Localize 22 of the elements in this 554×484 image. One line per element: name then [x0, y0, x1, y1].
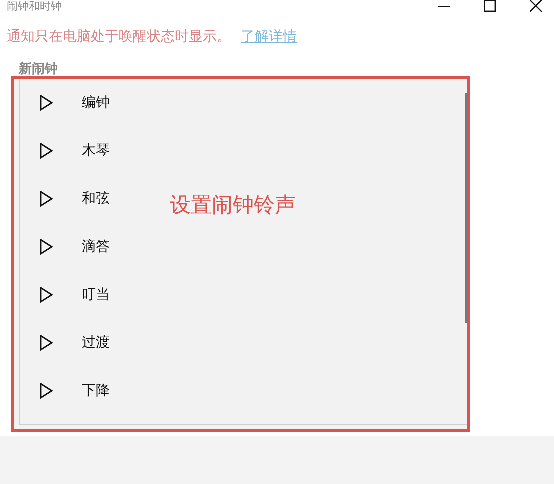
notice-text: 通知只在电脑处于唤醒状态时显示。	[7, 28, 231, 47]
sound-name[interactable]: 木琴	[82, 142, 110, 160]
sound-name[interactable]: 叮当	[82, 286, 110, 304]
section-label: 新闹钟	[19, 60, 59, 76]
sound-name[interactable]: 编钟	[82, 94, 110, 112]
minimize-icon[interactable]	[438, 6, 450, 8]
sound-name[interactable]: 滴答	[82, 238, 110, 256]
window-title: 闹钟和时钟	[7, 0, 62, 13]
sound-name[interactable]: 和弦	[82, 190, 110, 208]
play-icon[interactable]	[40, 383, 53, 399]
play-icon[interactable]	[40, 191, 53, 207]
play-icon[interactable]	[40, 143, 53, 159]
play-icon[interactable]	[40, 239, 53, 255]
play-icon[interactable]	[40, 335, 53, 351]
sound-name[interactable]: 下降	[82, 382, 110, 400]
annotation-text: 设置闹钟铃声	[170, 192, 296, 219]
scrollbar[interactable]	[465, 93, 467, 323]
sound-name[interactable]: 过渡	[82, 334, 110, 352]
maximize-icon[interactable]	[484, 0, 496, 12]
play-icon[interactable]	[40, 95, 53, 111]
close-icon[interactable]	[530, 0, 542, 12]
play-icon[interactable]	[40, 287, 53, 303]
